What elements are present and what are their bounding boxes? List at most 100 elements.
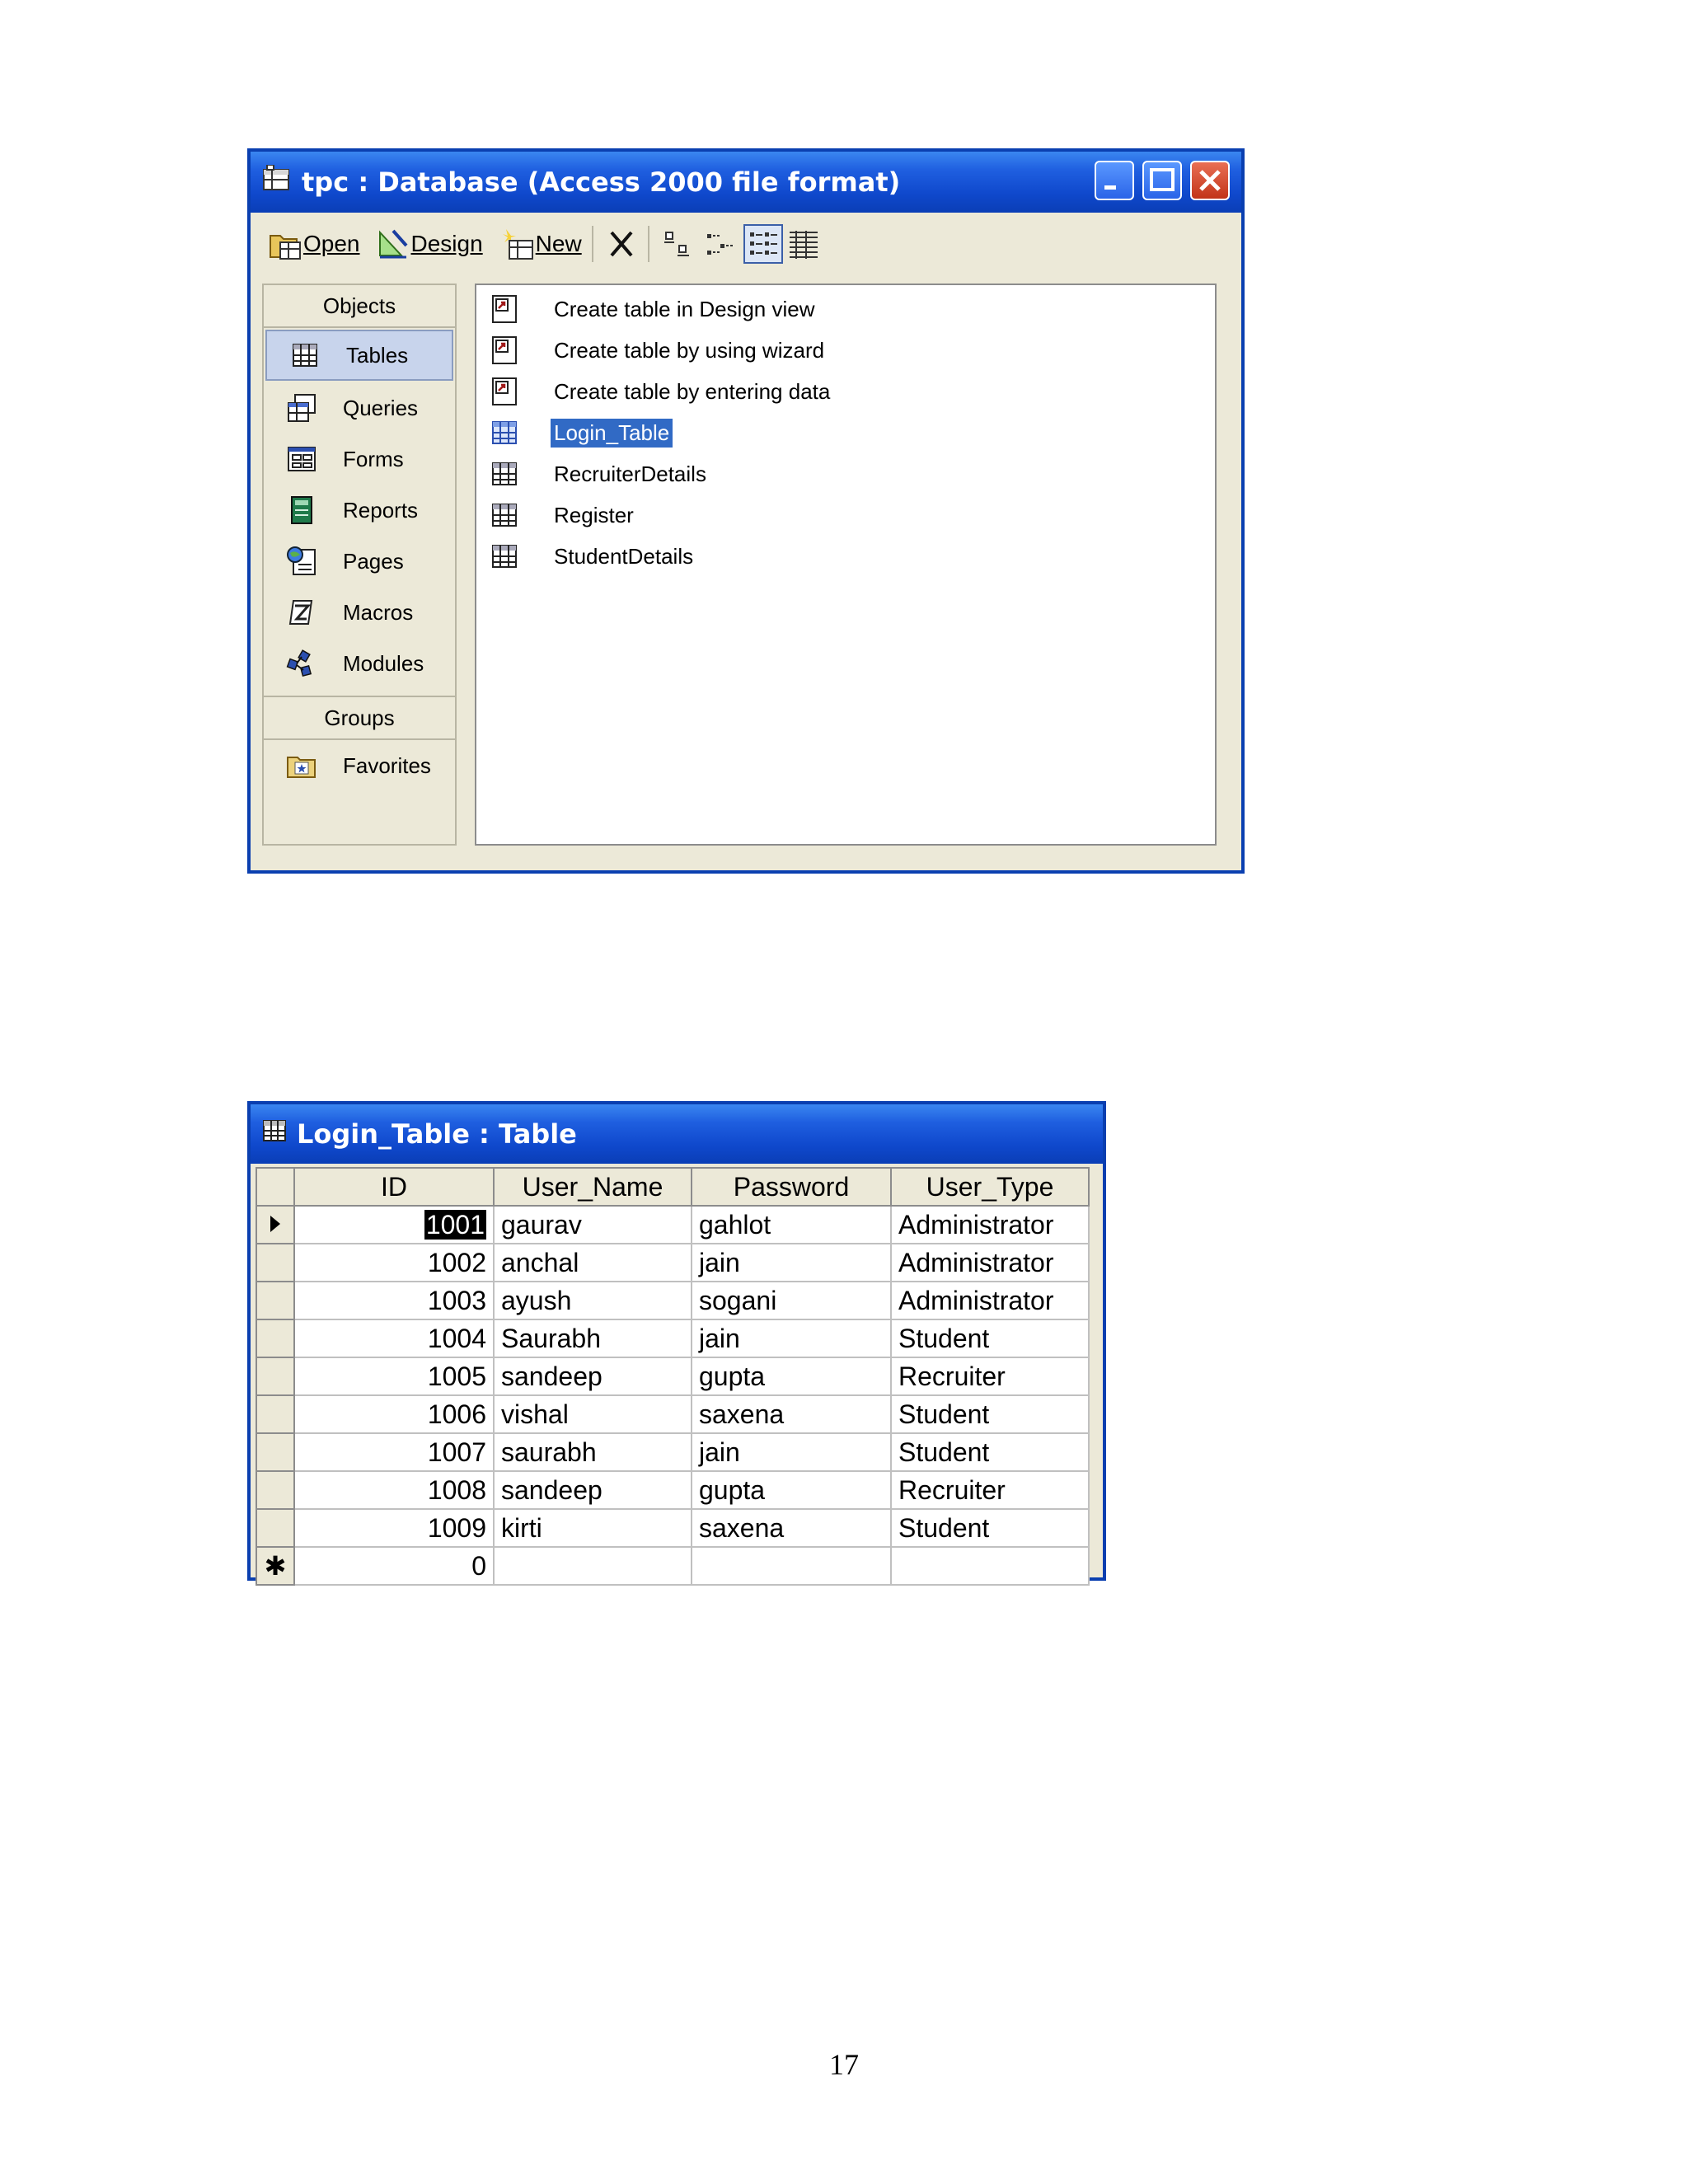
list-item-studentdetails[interactable]: StudentDetails	[476, 536, 1215, 577]
id-cell[interactable]: 1007	[293, 1432, 495, 1472]
id-cell[interactable]: 1006	[293, 1394, 495, 1434]
list-item-create-entering-data[interactable]: Create table by entering data	[476, 371, 1215, 412]
list-view-button[interactable]	[743, 224, 783, 264]
password-cell[interactable]: jain	[691, 1432, 892, 1472]
list-item-recruiterdetails[interactable]: RecruiterDetails	[476, 453, 1215, 494]
large-icons-button[interactable]	[661, 227, 696, 260]
small-icons-button[interactable]	[702, 227, 737, 260]
user-name-cell[interactable]: sandeep	[493, 1357, 692, 1396]
user-type-cell[interactable]: Administrator	[890, 1243, 1090, 1282]
details-view-button[interactable]	[786, 227, 821, 260]
id-cell[interactable]: 1003	[293, 1281, 495, 1320]
maximize-button[interactable]	[1142, 161, 1182, 200]
user-name-cell[interactable]: ayush	[493, 1281, 692, 1320]
user-type-cell[interactable]: Student	[890, 1432, 1090, 1472]
password-cell[interactable]: jain	[691, 1319, 892, 1358]
close-button[interactable]	[1190, 161, 1230, 200]
groups-header[interactable]: Groups	[264, 696, 455, 740]
user-name-cell[interactable]: saurabh	[493, 1432, 692, 1472]
row-selector[interactable]	[256, 1432, 295, 1472]
objects-item-reports[interactable]: Reports	[264, 485, 455, 536]
objects-item-pages[interactable]: Pages	[264, 536, 455, 587]
user-type-cell[interactable]: Recruiter	[890, 1470, 1090, 1510]
user-type-cell[interactable]: Student	[890, 1319, 1090, 1358]
user-type-cell[interactable]	[890, 1546, 1090, 1586]
row-selector[interactable]	[256, 1319, 295, 1358]
database-window-titlebar[interactable]: tpc : Database (Access 2000 file format)	[251, 152, 1241, 213]
user-name-cell[interactable]: Saurabh	[493, 1319, 692, 1358]
shortcut-icon	[488, 334, 521, 367]
objects-item-macros[interactable]: Macros	[264, 587, 455, 638]
table-window-titlebar[interactable]: Login_Table : Table	[251, 1104, 1103, 1164]
new-icon	[502, 229, 533, 260]
groups-item-favorites[interactable]: Favorites	[264, 740, 455, 791]
column-header-password[interactable]: Password	[691, 1167, 892, 1207]
minimize-button[interactable]	[1095, 161, 1134, 200]
column-header-id[interactable]: ID	[293, 1167, 495, 1207]
objects-header[interactable]: Objects	[264, 285, 455, 328]
table-row: 1008 sandeep gupta Recruiter	[256, 1470, 1090, 1510]
objects-item-forms[interactable]: Forms	[264, 434, 455, 485]
open-label: Open	[303, 231, 360, 256]
user-type-cell[interactable]: Student	[890, 1508, 1090, 1548]
user-type-cell[interactable]: Recruiter	[890, 1357, 1090, 1396]
table-row: 1007 saurabh jain Student	[256, 1432, 1090, 1472]
object-list: Create table in Design view Create table…	[475, 284, 1217, 846]
open-button[interactable]: Open	[269, 227, 360, 260]
row-selector[interactable]	[256, 1470, 295, 1510]
design-button[interactable]: Design	[377, 227, 483, 260]
row-selector[interactable]	[256, 1205, 295, 1244]
password-cell[interactable]: saxena	[691, 1508, 892, 1548]
password-cell[interactable]: gupta	[691, 1470, 892, 1510]
user-name-cell[interactable]: anchal	[493, 1243, 692, 1282]
objects-item-modules[interactable]: Modules	[264, 638, 455, 689]
id-cell[interactable]: 1002	[293, 1243, 495, 1282]
list-item-create-wizard[interactable]: Create table by using wizard	[476, 330, 1215, 371]
delete-button[interactable]	[605, 227, 638, 260]
password-cell[interactable]: jain	[691, 1243, 892, 1282]
user-name-cell[interactable]: gaurav	[493, 1205, 692, 1244]
password-cell[interactable]: gahlot	[691, 1205, 892, 1244]
table-row: 1004 Saurabh jain Student	[256, 1319, 1090, 1358]
user-name-cell[interactable]: vishal	[493, 1394, 692, 1434]
list-item-register[interactable]: Register	[476, 494, 1215, 536]
objects-item-queries[interactable]: Queries	[264, 382, 455, 434]
password-cell[interactable]: gupta	[691, 1357, 892, 1396]
password-cell[interactable]: sogani	[691, 1281, 892, 1320]
user-type-cell[interactable]: Student	[890, 1394, 1090, 1434]
password-cell[interactable]	[691, 1546, 892, 1586]
database-toolbar: Open Design New	[251, 214, 1241, 274]
row-selector[interactable]	[256, 1357, 295, 1396]
favorites-folder-icon	[285, 749, 318, 782]
user-type-cell[interactable]: Administrator	[890, 1205, 1090, 1244]
id-cell[interactable]: 1004	[293, 1319, 495, 1358]
password-cell[interactable]: saxena	[691, 1394, 892, 1434]
user-type-cell[interactable]: Administrator	[890, 1281, 1090, 1320]
objects-item-tables[interactable]: Tables	[265, 330, 453, 381]
row-selector[interactable]	[256, 1281, 295, 1320]
new-record-selector[interactable]: ✱	[256, 1546, 295, 1586]
new-button[interactable]: New	[501, 227, 582, 260]
id-cell[interactable]: 1009	[293, 1508, 495, 1548]
id-cell[interactable]: 1005	[293, 1357, 495, 1396]
id-cell[interactable]: 1001	[293, 1205, 495, 1244]
id-cell[interactable]: 1008	[293, 1470, 495, 1510]
datasheet-grid: ID User_Name Password User_Type 1001 gau…	[256, 1167, 1090, 1586]
id-cell[interactable]: 0	[293, 1546, 495, 1586]
list-item-login-table[interactable]: Login_Table	[476, 412, 1215, 453]
column-header-user-name[interactable]: User_Name	[493, 1167, 692, 1207]
user-name-cell[interactable]	[493, 1546, 692, 1586]
list-item-create-design[interactable]: Create table in Design view	[476, 288, 1215, 330]
row-selector[interactable]	[256, 1508, 295, 1548]
user-name-cell[interactable]: sandeep	[493, 1470, 692, 1510]
row-selector[interactable]	[256, 1394, 295, 1434]
current-record-icon	[270, 1215, 280, 1232]
objects-item-label: Modules	[343, 650, 424, 676]
table-icon	[262, 1118, 287, 1150]
user-name-cell[interactable]: kirti	[493, 1508, 692, 1548]
row-selector[interactable]	[256, 1243, 295, 1282]
column-header-user-type[interactable]: User_Type	[890, 1167, 1090, 1207]
list-item-label: Create table by entering data	[554, 378, 831, 404]
query-icon	[285, 391, 318, 424]
select-all-corner[interactable]	[256, 1167, 295, 1207]
